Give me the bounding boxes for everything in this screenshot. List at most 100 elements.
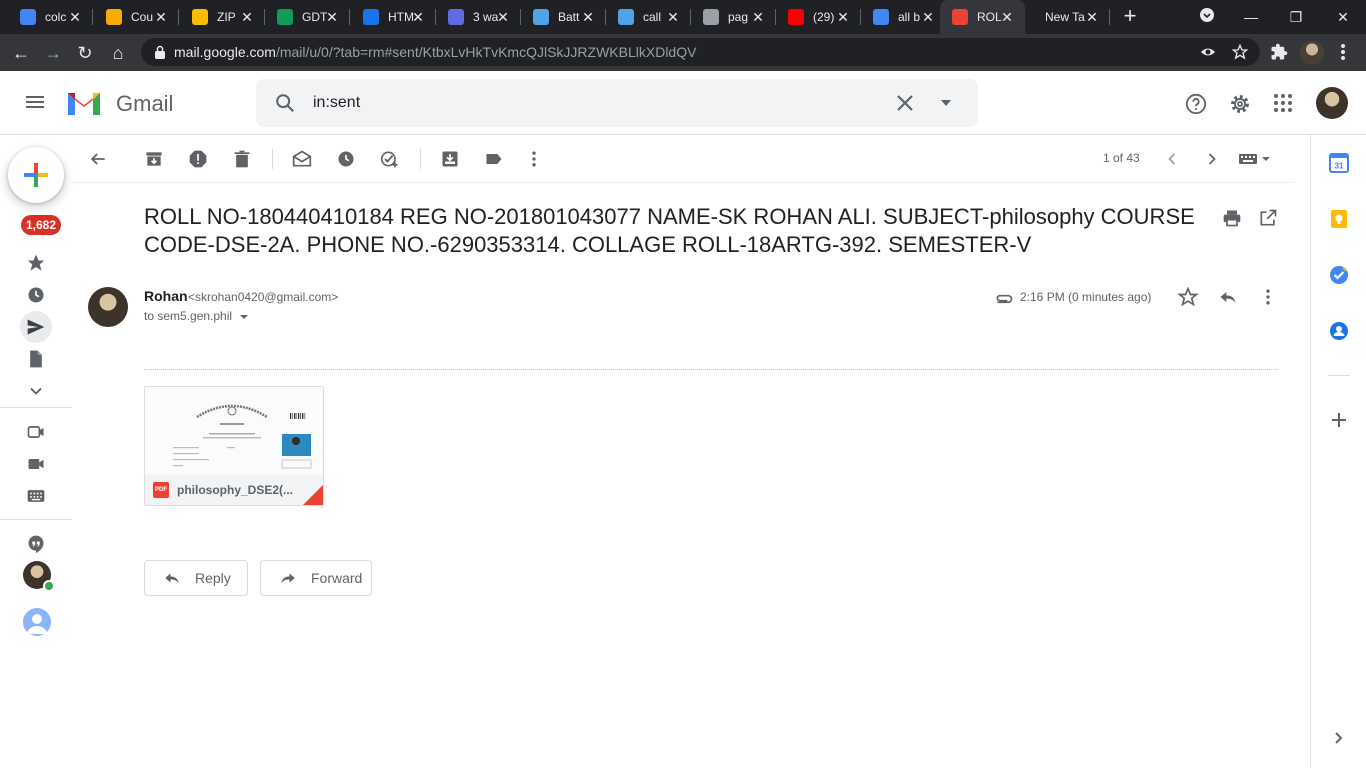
drafts-file-icon[interactable] (26, 349, 46, 369)
tab-close-icon[interactable]: ✕ (324, 9, 340, 25)
search-bar[interactable] (256, 79, 978, 127)
gmail-logo-icon[interactable] (66, 89, 102, 117)
browser-tab[interactable]: colc ✕ (8, 0, 93, 34)
tab-close-icon[interactable]: ✕ (750, 9, 766, 25)
open-in-new-window-icon[interactable] (1258, 208, 1278, 228)
report-spam-icon[interactable] (188, 149, 208, 169)
extensions-icon[interactable] (1270, 43, 1288, 61)
drive-icon (277, 9, 293, 25)
tab-close-icon[interactable]: ✕ (153, 9, 169, 25)
browser-tab[interactable]: 3 wa ✕ (436, 0, 521, 34)
browser-tab[interactable]: Batt ✕ (521, 0, 606, 34)
google-tasks-icon[interactable] (1329, 265, 1349, 285)
settings-gear-icon[interactable] (1229, 93, 1251, 115)
bookmark-star-icon[interactable] (1232, 44, 1248, 60)
forward-nav-icon[interactable]: → (40, 40, 66, 66)
lock-icon (155, 45, 165, 59)
starred-icon[interactable] (26, 253, 46, 273)
restore-icon[interactable]: ❐ (1285, 6, 1307, 28)
minimize-icon[interactable]: — (1240, 6, 1262, 28)
apps-grid-icon[interactable] (1273, 93, 1293, 113)
google-keep-icon[interactable] (1329, 209, 1349, 229)
pdf-attachment-card[interactable]: PDF philosophy_DSE2(... (144, 386, 324, 506)
home-icon[interactable]: ⌂ (105, 40, 131, 66)
account-avatar[interactable] (1316, 87, 1348, 119)
meet-join-video-icon[interactable] (26, 454, 46, 474)
browser-tab[interactable]: ZIP ✕ (180, 0, 265, 34)
forward-button[interactable]: Forward (260, 560, 372, 596)
view-site-info-icon[interactable] (1200, 45, 1216, 59)
search-options-icon[interactable] (940, 97, 952, 109)
window-close-icon[interactable]: ✕ (1332, 6, 1354, 28)
add-to-tasks-icon[interactable] (380, 149, 400, 169)
tab-close-icon[interactable]: ✕ (67, 9, 83, 25)
tab-close-icon[interactable]: ✕ (999, 9, 1015, 25)
main-menu-icon[interactable] (25, 93, 45, 113)
message-timestamp[interactable]: 2:16 PM (0 minutes ago) (1020, 290, 1151, 304)
google-contacts-icon[interactable] (1329, 321, 1349, 341)
older-chevron-right-icon[interactable] (1202, 149, 1222, 169)
tab-close-icon[interactable]: ✕ (495, 9, 511, 25)
browser-tab[interactable]: all b ✕ (861, 0, 946, 34)
mark-unread-mail-icon[interactable] (292, 149, 312, 169)
snoozed-clock-icon[interactable] (26, 285, 46, 305)
tab-close-icon[interactable]: ✕ (239, 9, 255, 25)
clear-search-icon[interactable] (893, 91, 917, 115)
archive-icon[interactable] (144, 149, 164, 169)
browser-tab[interactable]: Cou ✕ (94, 0, 179, 34)
meet-new-meeting-icon[interactable] (26, 422, 46, 442)
contact-avatar[interactable] (23, 608, 51, 636)
show-details-caret-icon[interactable] (239, 312, 249, 322)
google-calendar-icon[interactable]: 31 (1329, 153, 1349, 173)
browser-tab[interactable]: call ✕ (606, 0, 691, 34)
browser-tab[interactable]: (29) ✕ (776, 0, 861, 34)
chrome-menu-icon[interactable] (1340, 43, 1346, 61)
tab-close-icon[interactable]: ✕ (580, 9, 596, 25)
keyboard-icon[interactable] (26, 486, 46, 506)
print-icon[interactable] (1222, 208, 1242, 228)
inbox-unread-badge[interactable]: 1,682 (21, 215, 62, 235)
browser-tab[interactable]: GDT ✕ (265, 0, 350, 34)
tab-close-icon[interactable]: ✕ (665, 9, 681, 25)
get-addons-plus-icon[interactable] (1329, 410, 1349, 430)
more-options-vertical-icon[interactable] (524, 149, 544, 169)
compose-button[interactable] (8, 147, 64, 203)
address-bar[interactable]: mail.google.com/mail/u/0/?tab=rm#sent/Kt… (141, 38, 1260, 66)
sender-avatar[interactable] (88, 287, 128, 327)
message-more-vertical-icon[interactable] (1258, 287, 1278, 307)
browser-tab[interactable]: pag ✕ (691, 0, 776, 34)
new-tab-button[interactable]: + (1118, 5, 1142, 29)
reload-icon[interactable]: ↻ (72, 40, 98, 66)
label-tag-icon[interactable] (484, 149, 504, 169)
search-icon[interactable] (274, 92, 296, 114)
delete-trash-icon[interactable] (232, 149, 252, 169)
search-input[interactable] (313, 91, 873, 115)
snooze-clock-icon[interactable] (336, 149, 356, 169)
move-to-icon[interactable] (440, 149, 460, 169)
sent-nav-item[interactable] (20, 311, 52, 343)
tab-close-icon[interactable]: ✕ (410, 9, 426, 25)
more-chevron-down-icon[interactable] (26, 381, 46, 401)
tab-close-icon[interactable]: ✕ (1084, 9, 1100, 25)
input-tools-keyboard-icon[interactable] (1238, 149, 1272, 169)
show-side-panel-chevron-icon[interactable] (1329, 728, 1349, 748)
reply-arrow-icon[interactable] (1218, 287, 1238, 307)
toolbar-separator (272, 149, 273, 169)
back-icon[interactable]: ← (8, 40, 34, 66)
tab-search-icon[interactable] (1196, 6, 1218, 28)
app-title[interactable]: Gmail (116, 91, 173, 117)
sender-name[interactable]: Rohan (144, 288, 188, 304)
browser-tab[interactable]: New Tab✕ (1025, 0, 1110, 34)
recipient-line[interactable]: to sem5.gen.phil (144, 309, 249, 323)
tab-close-icon[interactable]: ✕ (835, 9, 851, 25)
hangouts-quote-icon[interactable] (26, 534, 46, 554)
tab-close-icon[interactable]: ✕ (920, 9, 936, 25)
newer-chevron-left-icon[interactable] (1162, 149, 1182, 169)
back-to-list-arrow-icon[interactable] (88, 149, 108, 169)
browser-tab[interactable]: ROL ✕ (940, 0, 1025, 34)
star-outline-icon[interactable] (1178, 287, 1198, 307)
reply-button[interactable]: Reply (144, 560, 248, 596)
browser-tab[interactable]: HTM ✕ (351, 0, 436, 34)
help-icon[interactable] (1185, 93, 1207, 115)
chrome-profile-avatar[interactable] (1300, 41, 1324, 65)
